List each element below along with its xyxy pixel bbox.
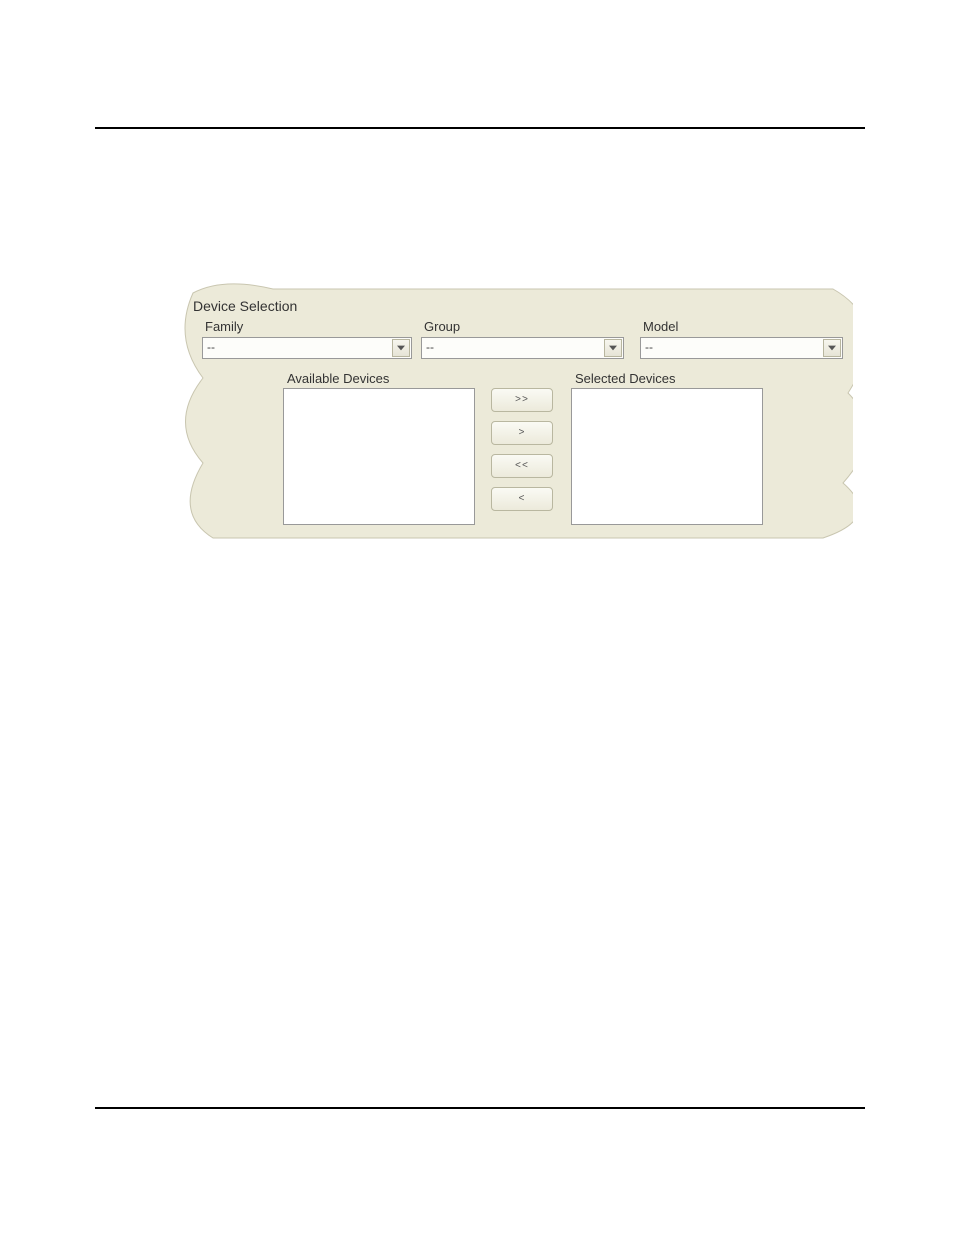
- group-select-value: --: [426, 340, 434, 354]
- chevron-down-icon[interactable]: [392, 339, 410, 357]
- model-select[interactable]: --: [640, 337, 843, 359]
- label-selected-devices: Selected Devices: [575, 371, 675, 386]
- remove-all-button[interactable]: <<: [491, 454, 553, 478]
- label-family: Family: [205, 319, 243, 334]
- family-select[interactable]: --: [202, 337, 412, 359]
- label-group: Group: [424, 319, 460, 334]
- device-selection-panel: Device Selection Family Group Model -- -…: [183, 283, 853, 546]
- top-rule: [95, 127, 865, 129]
- add-all-button[interactable]: >>: [491, 388, 553, 412]
- chevron-down-icon[interactable]: [823, 339, 841, 357]
- label-model: Model: [643, 319, 678, 334]
- chevron-down-icon[interactable]: [604, 339, 622, 357]
- group-select[interactable]: --: [421, 337, 624, 359]
- transfer-buttons: >> > << <: [491, 388, 553, 520]
- add-one-button[interactable]: >: [491, 421, 553, 445]
- label-available-devices: Available Devices: [287, 371, 389, 386]
- bottom-rule: [95, 1107, 865, 1109]
- model-select-value: --: [645, 340, 653, 354]
- available-devices-listbox[interactable]: [283, 388, 475, 525]
- panel-title: Device Selection: [193, 298, 297, 314]
- selected-devices-listbox[interactable]: [571, 388, 763, 525]
- remove-one-button[interactable]: <: [491, 487, 553, 511]
- family-select-value: --: [207, 340, 215, 354]
